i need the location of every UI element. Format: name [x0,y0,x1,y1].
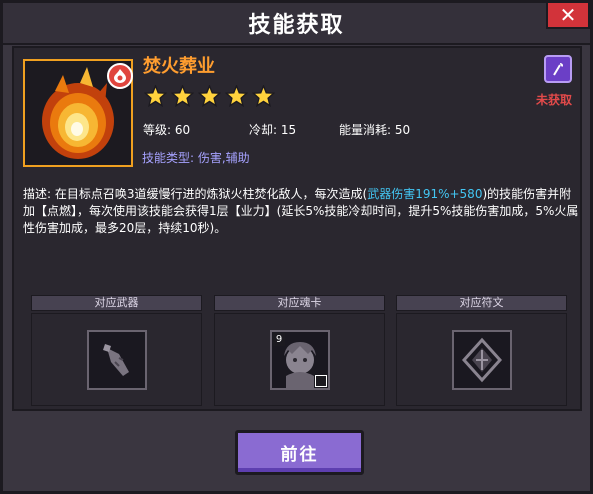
weapon-slot-item[interactable] [87,330,147,390]
skill-description: 描述: 在目标点召唤3道缓慢行进的炼狱火柱焚化敌人，每次造成(武器伤害191%+… [23,186,581,237]
weapon-icon [103,344,129,376]
close-button[interactable]: ✕ [546,3,590,29]
lock-icon [315,375,327,387]
soul-card-slot[interactable]: 9 [214,313,385,406]
level-stat: 等级: 60 [143,123,191,137]
status-badge: 未获取 [535,93,572,107]
rune-slot-item[interactable] [452,330,512,390]
staff-weapon-icon [553,63,564,76]
description-part1: 描述: 在目标点召唤3道缓慢行进的炼狱火柱焚化敌人，每次造成( [23,187,368,201]
skill-name: 焚火葬业 [143,56,215,77]
soul-card-slot-item[interactable]: 9 [270,330,330,390]
fire-element-badge [107,63,133,89]
cooldown-stat: 冷却: 15 [249,123,297,137]
weapon-slot[interactable] [31,313,202,406]
star-icon [198,85,221,107]
skill-acquire-dialog: 技能获取 ✕ 焚火葬业 等级: 60 冷却: 15 能量消耗: 50 技能类型:… [0,0,593,494]
skill-type: 技能类型: 伤害,辅助 [142,151,250,165]
close-icon: ✕ [559,3,577,27]
weapon-slot-label: 对应武器 [31,295,202,311]
star-rating [144,85,275,107]
dialog-title: 技能获取 [248,13,345,38]
star-icon [144,85,167,107]
rune-slot[interactable] [396,313,567,406]
soul-card-slot-label: 对应魂卡 [214,295,385,311]
soul-card-level-badge: 9 [273,333,285,346]
staff-weapon-tag[interactable] [544,55,572,83]
rune-slot-label: 对应符文 [396,295,567,311]
energy-cost-stat: 能量消耗: 50 [339,123,411,137]
rune-icon [461,337,503,383]
fire-element-icon [114,69,126,83]
damage-highlight: 武器伤害191%+580 [367,187,483,201]
title-bar: 技能获取 [3,3,590,45]
star-icon [171,85,194,107]
go-button[interactable]: 前往 [235,430,364,475]
star-icon [225,85,248,107]
star-icon [252,85,275,107]
